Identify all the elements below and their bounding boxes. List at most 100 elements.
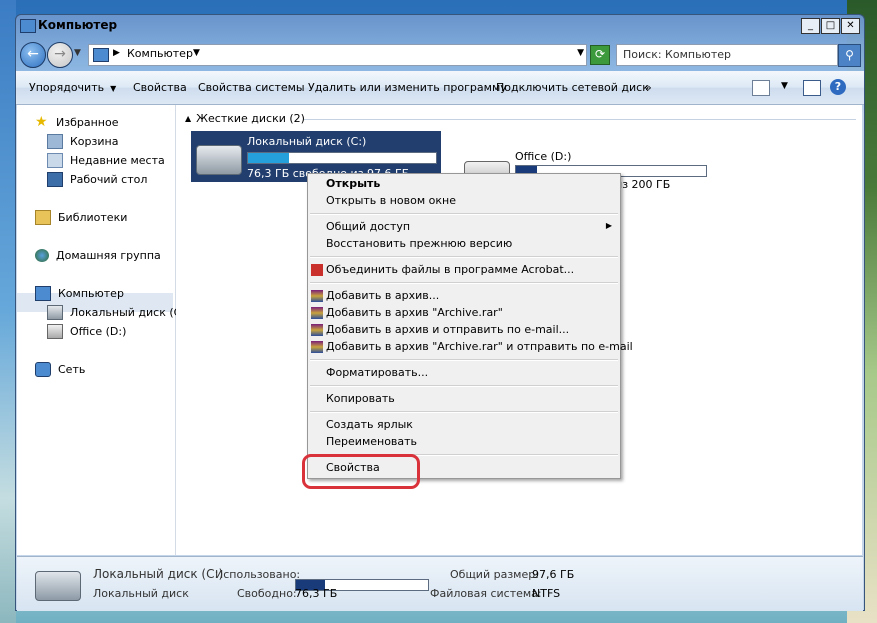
menu-item-add-archive[interactable]: Добавить в архив... (326, 289, 439, 302)
drive-d-name[interactable]: Office (D:) (515, 150, 571, 163)
menu-separator (310, 359, 618, 361)
breadcrumb-arrow-icon[interactable]: ▼ (193, 48, 200, 58)
context-menu: Открыть Открыть в новом окне Общий досту… (307, 173, 633, 479)
menu-separator (310, 282, 618, 284)
annotation-highlight-ring (302, 454, 420, 489)
nav-desktop[interactable]: Рабочий стол (47, 170, 147, 188)
uninstall-program-button[interactable]: Удалить или изменить программу (308, 81, 507, 94)
search-input[interactable]: Поиск: Компьютер (616, 44, 838, 66)
hard-drive-icon (35, 571, 81, 601)
computer-icon (35, 285, 51, 301)
refresh-button[interactable]: ⟳ (590, 45, 610, 65)
nav-homegroup-label: Домашняя группа (56, 248, 161, 262)
maximize-button[interactable]: □ (821, 18, 840, 34)
nav-cart-label: Корзина (70, 134, 119, 148)
details-pane: Локальный диск (C:) Локальный диск Испол… (17, 556, 863, 611)
recycle-bin-icon (47, 133, 63, 149)
menu-item-open-new-window[interactable]: Открыть в новом окне (326, 194, 456, 207)
drive-c-usage-bar (247, 152, 437, 164)
view-dropdown-icon[interactable]: ▼ (781, 81, 788, 91)
menu-item-create-shortcut[interactable]: Создать ярлык (326, 418, 413, 431)
details-fs-value: NTFS (532, 587, 561, 600)
nav-drive-d[interactable]: Office (D:) (47, 322, 126, 340)
winrar-icon (311, 290, 323, 302)
nav-libraries-label: Библиотеки (58, 210, 128, 224)
caption-buttons: _ □ ✕ (801, 18, 860, 34)
details-drive-type: Локальный диск (93, 587, 189, 600)
address-dropdown-icon[interactable]: ▼ (577, 48, 584, 58)
details-fs-label: Файловая система: (430, 587, 542, 600)
more-commands-button[interactable]: » (645, 81, 652, 94)
hard-drive-icon (196, 145, 242, 175)
recent-places-icon (47, 152, 63, 168)
nav-computer[interactable]: Компьютер (35, 284, 124, 302)
details-free-label: Свободно: (237, 587, 297, 600)
details-used-label: Использовано: (215, 568, 301, 581)
search-button[interactable]: ⚲ (838, 44, 861, 67)
hard-drive-icon (47, 323, 63, 339)
computer-icon (20, 19, 36, 33)
homegroup-icon (35, 248, 49, 262)
menu-item-archive-rar-email[interactable]: Добавить в архив "Archive.rar" и отправи… (326, 340, 633, 353)
back-button[interactable]: ← (20, 42, 46, 68)
close-button[interactable]: ✕ (841, 18, 860, 34)
address-bar[interactable]: ▶ Компьютер ▼ ▼ (88, 44, 587, 66)
libraries-icon (35, 209, 51, 225)
menu-item-copy[interactable]: Копировать (326, 392, 395, 405)
menu-item-sharing[interactable]: Общий доступ (326, 220, 410, 233)
map-network-drive-button[interactable]: Подключить сетевой диск (496, 81, 649, 94)
breadcrumb-arrow-icon[interactable]: ▶ (113, 48, 120, 58)
nav-desktop-label: Рабочий стол (70, 172, 148, 186)
group-divider (304, 119, 856, 120)
nav-cart[interactable]: Корзина (47, 132, 118, 150)
help-icon[interactable]: ? (830, 79, 846, 95)
winrar-icon (311, 324, 323, 336)
forward-button[interactable]: → (47, 42, 73, 68)
details-total-value: 97,6 ГБ (532, 568, 575, 581)
nav-favorites[interactable]: ★ Избранное (35, 113, 118, 131)
nav-favorites-label: Избранное (56, 115, 119, 129)
nav-drive-c[interactable]: Локальный диск (C:) (47, 303, 189, 321)
organize-label: Упорядочить (29, 81, 105, 94)
nav-libraries[interactable]: Библиотеки (35, 208, 127, 226)
menu-separator (310, 411, 618, 413)
nav-homegroup[interactable]: Домашняя группа (35, 246, 161, 264)
menu-item-open[interactable]: Открыть (326, 177, 380, 190)
nav-recent[interactable]: Недавние места (47, 151, 165, 169)
menu-item-archive-email[interactable]: Добавить в архив и отправить по e-mail..… (326, 323, 569, 336)
menu-separator (310, 256, 618, 258)
nav-network-label: Сеть (58, 362, 86, 376)
organize-button[interactable]: Упорядочить ▼ (29, 81, 116, 94)
menu-item-add-archive-rar[interactable]: Добавить в архив "Archive.rar" (326, 306, 503, 319)
details-drive-name: Локальный диск (C:) (93, 567, 224, 581)
group-header[interactable]: ▲ Жесткие диски (2) (185, 112, 305, 125)
recent-pages-dropdown-icon[interactable]: ▼ (74, 48, 81, 58)
breadcrumb-computer[interactable]: Компьютер (127, 47, 193, 60)
properties-button[interactable]: Свойства (133, 81, 187, 94)
group-header-label: Жесткие диски (2) (196, 112, 305, 125)
menu-separator (310, 385, 618, 387)
system-properties-button[interactable]: Свойства системы (198, 81, 305, 94)
menu-item-format[interactable]: Форматировать... (326, 366, 428, 379)
menu-item-acrobat[interactable]: Объединить файлы в программе Acrobat... (326, 263, 574, 276)
network-icon (35, 361, 51, 377)
menu-item-rename[interactable]: Переименовать (326, 435, 417, 448)
preview-pane-icon[interactable] (803, 80, 821, 96)
nav-network[interactable]: Сеть (35, 360, 85, 378)
menu-item-restore[interactable]: Восстановить прежнюю версию (326, 237, 512, 250)
chevron-down-icon: ▼ (110, 84, 117, 93)
acrobat-icon (311, 264, 323, 276)
title-bar[interactable]: Компьютер _ □ ✕ (16, 15, 864, 37)
menu-separator (310, 213, 618, 215)
address-row: ← → ▼ ▶ Компьютер ▼ ▼ ⟳ Поиск: Компьютер… (16, 39, 864, 69)
desktop-edge-left (0, 0, 16, 623)
change-view-icon[interactable] (752, 80, 770, 96)
desktop-icon (47, 171, 63, 187)
minimize-button[interactable]: _ (801, 18, 820, 34)
nav-computer-label: Компьютер (58, 286, 124, 300)
drive-c-usage-fill (248, 153, 290, 163)
submenu-arrow-icon: ▶ (605, 221, 612, 230)
nav-recent-label: Недавние места (70, 153, 165, 167)
star-icon: ★ (35, 113, 48, 130)
drive-c-name: Локальный диск (C:) (247, 135, 367, 148)
